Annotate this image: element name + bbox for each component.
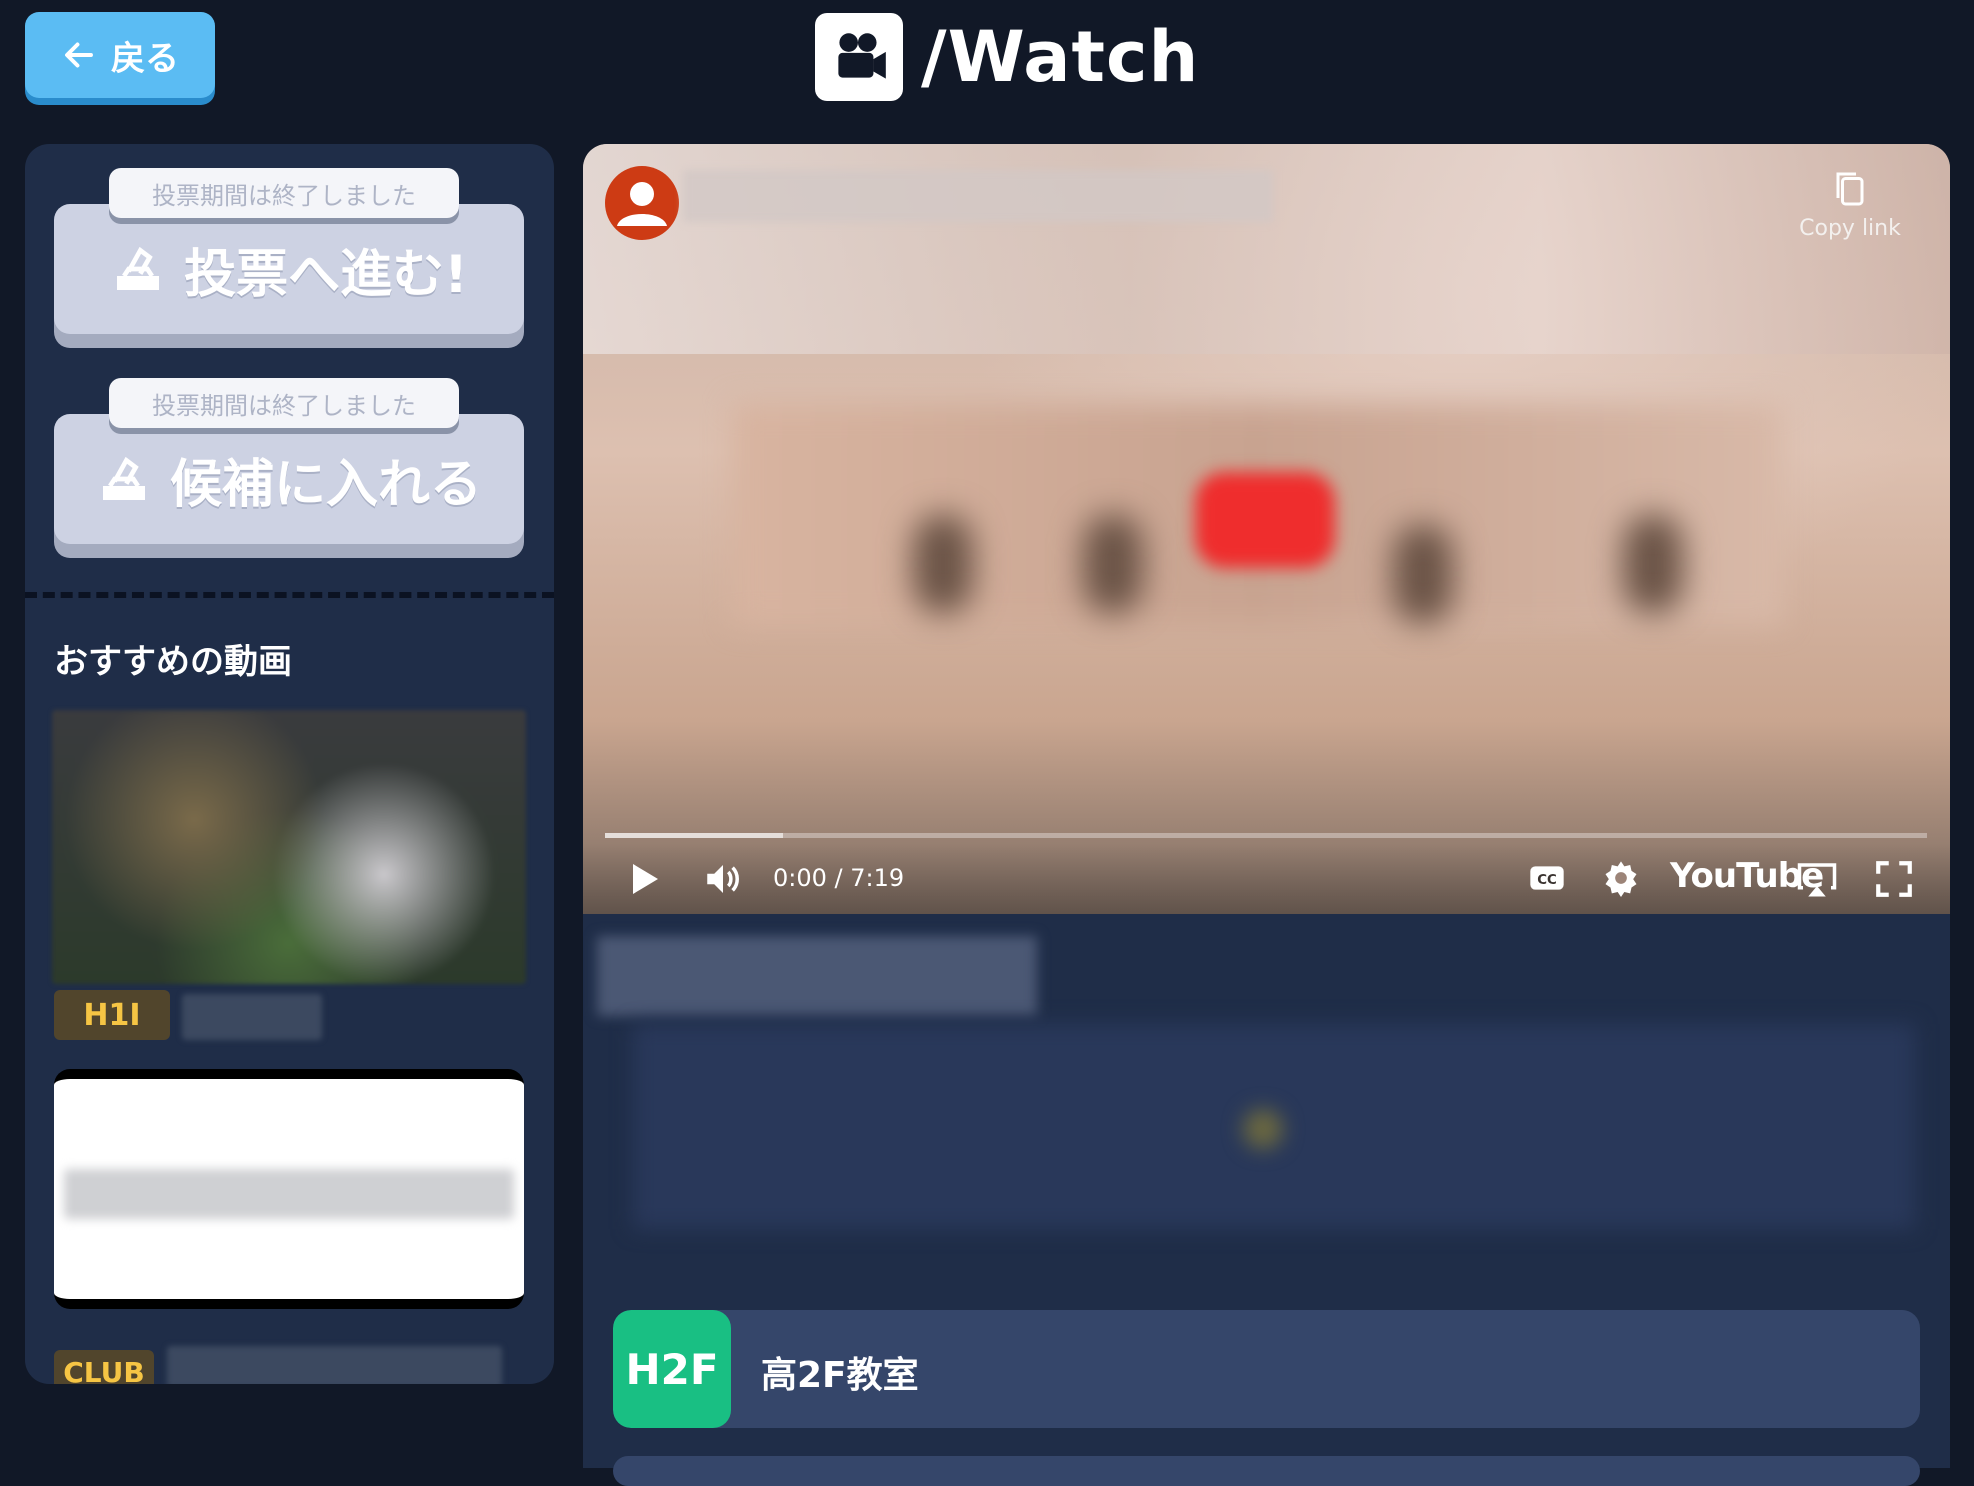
recommended-video-thumbnail[interactable] <box>52 710 526 984</box>
thumbnail-text-blurred <box>64 1169 514 1219</box>
back-button-label: 戻る <box>111 38 179 79</box>
back-button[interactable]: 戻る <box>25 12 215 98</box>
page-header: /Watch <box>815 12 1199 102</box>
time-display: 0:00 / 7:19 <box>773 864 905 892</box>
video-frame <box>1393 524 1453 624</box>
arrow-left-icon <box>65 42 93 68</box>
next-row[interactable] <box>613 1456 1920 1486</box>
video-title-blurred <box>597 936 1037 1016</box>
vote-button-label: 投票へ進む! <box>184 244 468 305</box>
video-frame <box>1083 514 1143 614</box>
copy-icon <box>1836 172 1864 206</box>
add-candidate-label: 候補に入れる <box>169 454 482 515</box>
copy-link-label: Copy link <box>1799 216 1901 241</box>
class-badge: H1I <box>54 990 170 1040</box>
vote-button[interactable]: 投票へ進む! <box>54 204 524 334</box>
svg-text:CC: CC <box>1537 873 1557 888</box>
airplay-icon[interactable] <box>1793 858 1841 900</box>
section-divider <box>25 592 554 598</box>
location-label: 高2F教室 <box>761 1355 919 1396</box>
location-row[interactable]: H2F 高2F教室 <box>613 1310 1920 1428</box>
video-details: H2F 高2F教室 <box>583 914 1950 1486</box>
page-title: /Watch <box>921 16 1200 98</box>
play-icon[interactable] <box>623 858 663 900</box>
video-frame <box>1623 514 1683 614</box>
video-title-blurred[interactable] <box>683 170 1273 222</box>
class-badge: CLUB <box>54 1350 154 1384</box>
recommended-video-thumbnail[interactable] <box>54 1069 524 1309</box>
sidebar: 投票へ進む! 投票期間は終了しました 候補に入れる 投票期間は終了しました おす… <box>25 144 554 1384</box>
voting-closed-tag: 投票期間は終了しました <box>109 378 459 428</box>
video-title-blurred[interactable] <box>182 994 322 1040</box>
channel-avatar[interactable] <box>605 166 679 240</box>
location-badge: H2F <box>613 1310 731 1428</box>
settings-gear-icon[interactable] <box>1601 858 1641 898</box>
ballot-box-icon <box>117 246 160 290</box>
video-camera-icon <box>815 13 903 101</box>
video-player[interactable]: Copy link 0:00 / 7:19 CC YouTube <box>583 144 1950 914</box>
video-description-blurred <box>1243 1109 1283 1149</box>
fullscreen-icon[interactable] <box>1873 858 1915 900</box>
video-title-blurred[interactable] <box>167 1346 502 1384</box>
progress-bar[interactable] <box>605 833 1927 838</box>
ballot-box-icon <box>102 456 145 500</box>
recommended-heading: おすすめの動画 <box>54 642 292 682</box>
copy-link-button[interactable]: Copy link <box>1790 168 1910 241</box>
captions-icon[interactable]: CC <box>1525 858 1569 898</box>
volume-icon[interactable] <box>701 858 745 900</box>
progress-buffered <box>605 833 784 838</box>
video-frame <box>913 514 973 614</box>
youtube-play-overlay[interactable] <box>1195 472 1335 568</box>
voting-closed-tag: 投票期間は終了しました <box>109 168 459 218</box>
add-candidate-button[interactable]: 候補に入れる <box>54 414 524 544</box>
